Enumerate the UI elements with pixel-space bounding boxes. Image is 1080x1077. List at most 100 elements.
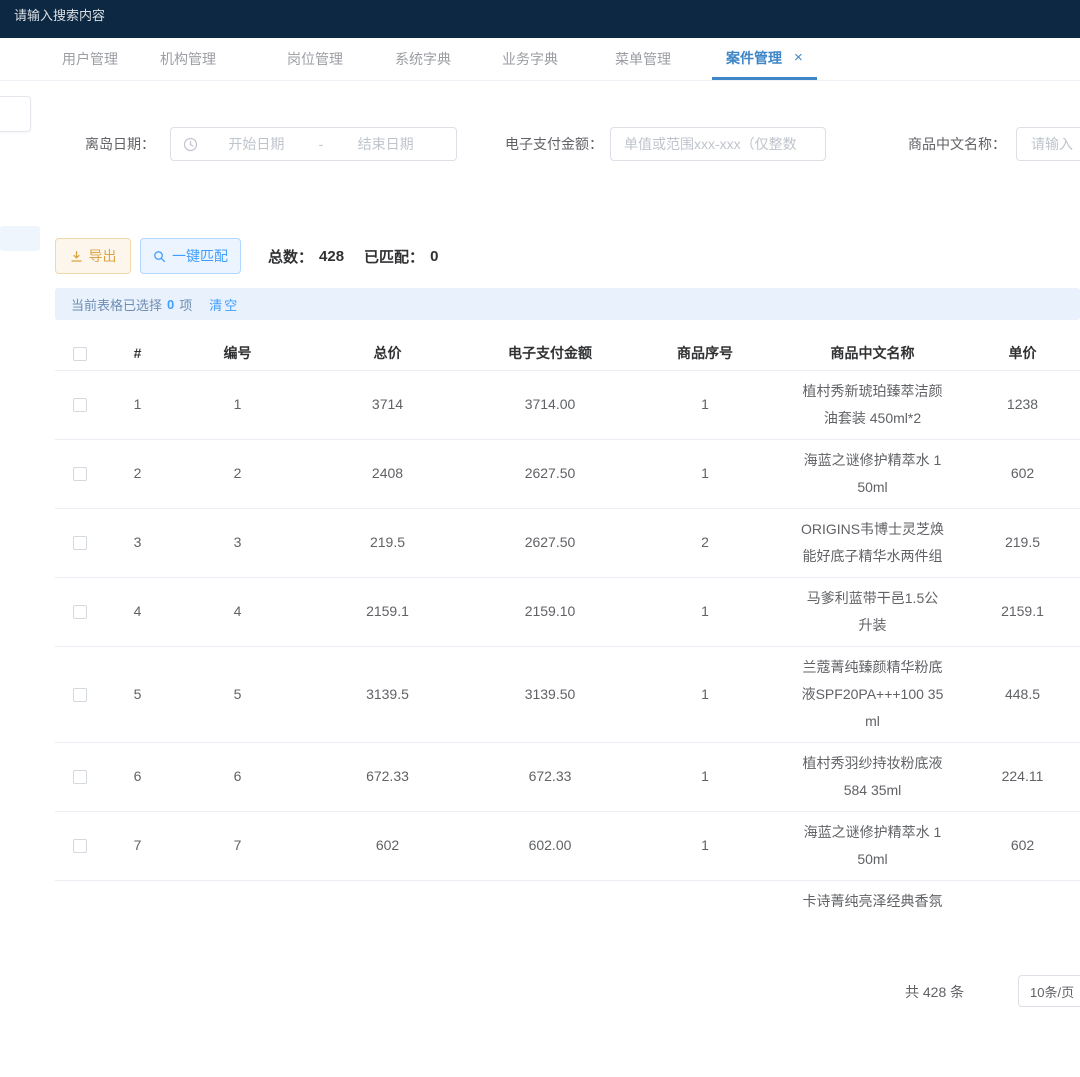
tab-label: 用户管理	[62, 49, 118, 69]
cell-seq: 1	[630, 811, 780, 880]
tab-岗位管理[interactable]: 岗位管理	[285, 38, 345, 80]
cell-epay: 2627.50	[470, 439, 630, 508]
cell-code: 7	[170, 811, 305, 880]
cell-total: 3139.5	[305, 646, 470, 742]
tab-业务字典[interactable]: 业务字典	[500, 38, 560, 80]
cell-unit-price: 448.5	[965, 646, 1080, 742]
table-row: 1137143714.001植村秀新琥珀臻萃洁颜油套装 450ml*21238	[55, 370, 1080, 439]
tab-用户管理[interactable]: 用户管理	[60, 38, 120, 80]
cell-total: 1933.48	[305, 880, 470, 908]
pagination-total: 共 428 条	[905, 982, 964, 1002]
cell-checkbox	[55, 811, 105, 880]
cell-seq: 1	[630, 370, 780, 439]
search-icon	[153, 250, 166, 263]
row-checkbox[interactable]	[73, 467, 87, 481]
tab-菜单管理[interactable]: 菜单管理	[613, 38, 673, 80]
col-header-seq: 商品序号	[630, 336, 780, 370]
product-name-line: 584 35ml	[784, 777, 961, 804]
cell-unit-price: 219.5	[965, 508, 1080, 577]
product-name-line: 海蓝之谜修护精萃水 1	[784, 819, 961, 846]
tab-label: 岗位管理	[287, 49, 343, 69]
product-name-line: 油套装 450ml*2	[784, 405, 961, 432]
table-row: 77602602.001海蓝之谜修护精萃水 150ml602	[55, 811, 1080, 880]
cell-epay: 1933.48	[470, 880, 630, 908]
download-icon	[70, 250, 83, 263]
cell-unit-price: 602	[965, 811, 1080, 880]
cell-epay: 2159.10	[470, 577, 630, 646]
top-search-bar[interactable]: 请输入搜索内容	[0, 0, 1080, 38]
cell-epay: 3714.00	[470, 370, 630, 439]
cell-code: 8	[170, 880, 305, 908]
cell-index: 4	[105, 577, 170, 646]
product-name-line: ml	[784, 708, 961, 735]
row-checkbox[interactable]	[73, 839, 87, 853]
cell-epay: 3139.50	[470, 646, 630, 742]
row-checkbox[interactable]	[73, 536, 87, 550]
cell-checkbox	[55, 880, 105, 908]
cell-seq: 1	[630, 577, 780, 646]
page-size-select[interactable]: 10条/页	[1018, 975, 1080, 1007]
export-label: 导出	[89, 246, 117, 266]
product-name-input[interactable]: 请输入	[1016, 127, 1080, 161]
tab-机构管理[interactable]: 机构管理	[158, 38, 218, 80]
cell-product-name: 兰蔻菁纯臻颜精华粉底液SPF20PA+++100 35ml	[780, 646, 965, 742]
select-all-checkbox[interactable]	[73, 347, 87, 361]
end-date-placeholder[interactable]: 结束日期	[327, 134, 444, 154]
cell-code: 1	[170, 370, 305, 439]
cell-epay: 602.00	[470, 811, 630, 880]
product-name-line: 卡诗菁纯亮泽经典香氛	[784, 888, 961, 909]
col-header-epay: 电子支付金额	[470, 336, 630, 370]
clear-selection-link[interactable]: 清空	[209, 295, 239, 314]
cell-product-name: 植村秀新琥珀臻萃洁颜油套装 450ml*2	[780, 370, 965, 439]
row-checkbox[interactable]	[73, 605, 87, 619]
col-header-total: 总价	[305, 336, 470, 370]
product-name-line: 马爹利蓝带干邑1.5公	[784, 585, 961, 612]
cell-index: 3	[105, 508, 170, 577]
cell-checkbox	[55, 646, 105, 742]
match-stats: 总数： 428 已匹配： 0	[268, 238, 438, 274]
data-table: # 编号 总价 电子支付金额 商品序号 商品中文名称 单价 1137143714…	[55, 336, 1080, 908]
cell-product-name: 植村秀羽纱持妆粉底液584 35ml	[780, 742, 965, 811]
cell-total: 2408	[305, 439, 470, 508]
tab-bar: 用户管理 机构管理 岗位管理 系统字典 业务字典 菜单管理案件管理×	[0, 38, 1080, 81]
selection-suffix: 项	[179, 295, 192, 314]
row-checkbox[interactable]	[73, 770, 87, 784]
row-checkbox[interactable]	[73, 688, 87, 702]
cell-seq: 1	[630, 880, 780, 908]
matched-label: 已匹配：	[364, 246, 424, 267]
cell-checkbox	[55, 508, 105, 577]
row-checkbox[interactable]	[73, 398, 87, 412]
product-name-line: 能好底子精华水两件组	[784, 543, 961, 570]
start-date-placeholder[interactable]: 开始日期	[198, 134, 315, 154]
cell-checkbox	[55, 577, 105, 646]
cell-unit-price: 483.48	[965, 880, 1080, 908]
global-search-placeholder[interactable]: 请输入搜索内容	[14, 8, 105, 23]
cell-seq: 2	[630, 508, 780, 577]
cell-checkbox	[55, 742, 105, 811]
tab-label: 机构管理	[160, 49, 216, 69]
cell-checkbox	[55, 439, 105, 508]
product-name-line: 植村秀羽纱持妆粉底液	[784, 750, 961, 777]
product-name-line: ORIGINS韦博士灵芝焕	[784, 516, 961, 543]
col-header-unit-price: 单价	[965, 336, 1080, 370]
cell-code: 6	[170, 742, 305, 811]
epay-amount-input[interactable]: 单值或范围xxx-xxx（仅整数	[610, 127, 826, 161]
cell-product-name: 马爹利蓝带干邑1.5公升装	[780, 577, 965, 646]
tab-close-icon[interactable]: ×	[794, 49, 803, 66]
collapsed-panel-box[interactable]	[0, 96, 31, 132]
export-button[interactable]: 导出	[55, 238, 131, 274]
one-key-match-button[interactable]: 一键匹配	[140, 238, 241, 274]
cell-total: 602	[305, 811, 470, 880]
tab-系统字典[interactable]: 系统字典	[393, 38, 453, 80]
product-name-line: 50ml	[784, 846, 961, 873]
cell-product-name: 海蓝之谜修护精萃水 150ml	[780, 811, 965, 880]
cell-unit-price: 224.11	[965, 742, 1080, 811]
tab-label: 业务字典	[502, 49, 558, 69]
cell-checkbox	[55, 370, 105, 439]
total-value: 428	[319, 248, 344, 265]
epay-amount-label: 电子支付金额：	[505, 127, 603, 161]
product-name-line: 液SPF20PA+++100 35	[784, 681, 961, 708]
product-name-label: 商品中文名称：	[908, 127, 1006, 161]
tab-案件管理[interactable]: 案件管理×	[712, 38, 817, 80]
date-range-input[interactable]: 开始日期 - 结束日期	[170, 127, 457, 161]
